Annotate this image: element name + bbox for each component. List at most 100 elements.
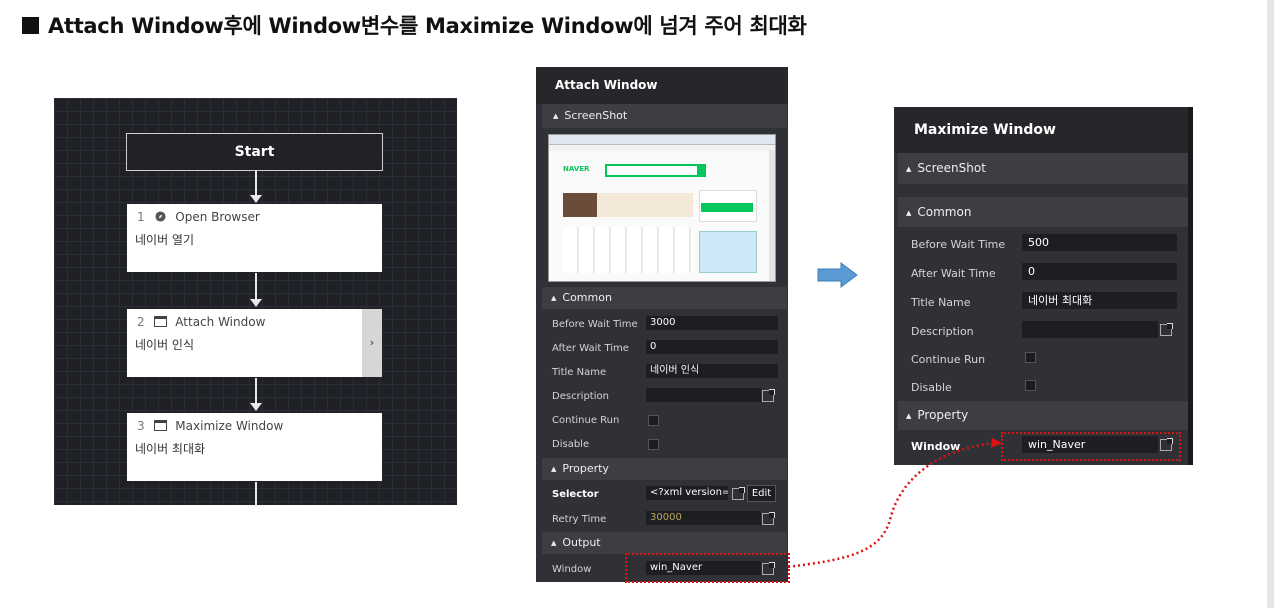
after-wait-input[interactable]: 0 [646, 340, 778, 354]
collapse-icon: ▲ [553, 112, 559, 120]
node-title-text: Attach Window [175, 315, 266, 329]
field-label: After Wait Time [552, 343, 629, 354]
selector-row: Selector <?xml version='1 Edit [536, 482, 788, 506]
section-label: Common [562, 291, 612, 304]
title-name-input[interactable]: 네이버 인식 [646, 364, 778, 378]
before-wait-input[interactable]: 500 [1022, 234, 1177, 251]
section-screenshot[interactable]: ▲ ScreenShot [542, 104, 787, 128]
start-node[interactable]: Start [126, 133, 383, 171]
edit-button[interactable]: Edit [747, 485, 776, 502]
dotted-connector-arrow [787, 438, 1002, 569]
browser-toolbar [549, 145, 775, 151]
panel-title: Attach Window [536, 67, 788, 104]
highlight-box-output [625, 553, 790, 583]
scrollbar[interactable] [1267, 0, 1274, 608]
panel-title: Maximize Window [894, 107, 1193, 153]
naver-logo: NAVER [563, 165, 590, 173]
node-description: 네이버 인식 [135, 338, 195, 352]
collapse-icon: ▲ [551, 465, 557, 473]
disable-row: Disable [894, 373, 1188, 402]
disable-row: Disable [536, 432, 788, 456]
field-label: Description [552, 391, 609, 402]
expand-node-button[interactable]: › [362, 309, 382, 377]
section-common[interactable]: ▲ Common [542, 287, 787, 309]
collapse-icon: ▲ [906, 165, 912, 173]
search-box [605, 164, 699, 177]
disable-checkbox[interactable] [1025, 380, 1036, 391]
screenshot-preview: NAVER [548, 134, 776, 282]
node-description: 네이버 열기 [135, 233, 195, 247]
flow-node-open-browser[interactable]: 1 Open Browser 네이버 열기 [127, 204, 382, 272]
node-number: 3 [137, 419, 145, 433]
collapse-icon: ▲ [906, 209, 912, 217]
field-label: Before Wait Time [911, 238, 1006, 251]
open-external-icon[interactable] [762, 389, 775, 402]
before-wait-row: Before Wait Time 3000 [536, 312, 788, 336]
section-property[interactable]: ▲ Property [898, 401, 1188, 430]
field-label: Title Name [911, 296, 971, 309]
node-title-text: Maximize Window [175, 419, 284, 433]
section-label: Property [917, 408, 969, 422]
section-common[interactable]: ▲ Common [898, 197, 1188, 227]
node-title: 3 Maximize Window [137, 419, 283, 433]
section-label: Common [917, 205, 972, 219]
window-icon [154, 420, 168, 431]
after-wait-row: After Wait Time 0 [894, 258, 1188, 287]
disable-checkbox[interactable] [648, 439, 659, 450]
node-description: 네이버 최대화 [135, 442, 206, 456]
heading-text: Attach Window후에 Window변수를 Maximize Windo… [48, 14, 807, 38]
collapse-icon: ▲ [551, 294, 557, 302]
field-label: Selector [552, 489, 599, 500]
login-button [701, 203, 753, 212]
title-name-input[interactable]: 네이버 최대화 [1022, 292, 1177, 309]
section-screenshot[interactable]: ▲ ScreenShot [898, 153, 1188, 184]
field-label: Continue Run [552, 415, 620, 426]
connector-line [255, 378, 257, 404]
field-label: Window [552, 564, 592, 575]
shopping-grid [563, 227, 693, 273]
collapse-icon: ▲ [551, 539, 557, 547]
retry-time-input[interactable]: 30000 [646, 511, 761, 525]
description-input[interactable] [646, 388, 761, 402]
continue-run-checkbox[interactable] [1025, 352, 1036, 363]
collapse-icon: ▲ [906, 412, 912, 420]
connector-arrow [250, 195, 262, 203]
banner-photo [563, 193, 597, 217]
before-wait-row: Before Wait Time 500 [894, 229, 1188, 258]
after-wait-input[interactable]: 0 [1022, 263, 1177, 280]
section-output[interactable]: ▲ Output [542, 532, 787, 554]
section-label: ScreenShot [564, 109, 628, 122]
selector-input[interactable]: <?xml version='1 [646, 486, 728, 500]
section-label: ScreenShot [917, 161, 986, 175]
before-wait-input[interactable]: 3000 [646, 316, 778, 330]
field-label: Title Name [552, 367, 607, 378]
ad-banner [699, 231, 757, 273]
browser-tabbar [549, 135, 775, 145]
flow-canvas[interactable]: Start 1 Open Browser 네이버 열기 2 Attach Win… [54, 98, 457, 505]
flow-node-attach-window[interactable]: 2 Attach Window 네이버 인식 › [127, 309, 382, 377]
continue-run-row: Continue Run [536, 408, 788, 432]
continue-run-row: Continue Run [894, 345, 1188, 374]
connector-line [255, 273, 257, 300]
open-external-icon[interactable] [1160, 323, 1173, 336]
section-property[interactable]: ▲ Property [542, 458, 787, 480]
flow-node-maximize-window[interactable]: 3 Maximize Window 네이버 최대화 [127, 413, 382, 481]
highlight-box-window [1001, 432, 1181, 461]
field-label: Before Wait Time [552, 319, 638, 330]
open-external-icon[interactable] [762, 512, 775, 525]
field-label: Retry Time [552, 514, 607, 525]
continue-run-checkbox[interactable] [648, 415, 659, 426]
node-number: 1 [137, 210, 145, 224]
compass-icon [155, 211, 167, 222]
connector-line [255, 170, 257, 196]
node-title: 2 Attach Window [137, 315, 265, 329]
open-external-icon[interactable] [732, 487, 745, 500]
description-input[interactable] [1022, 321, 1158, 338]
description-row: Description [894, 316, 1188, 345]
connector-line [255, 482, 257, 505]
connector-arrow [250, 403, 262, 411]
field-label: Description [911, 325, 974, 338]
field-label: Continue Run [911, 353, 986, 366]
panel-scrollbar[interactable] [1188, 107, 1193, 465]
node-title: 1 Open Browser [137, 210, 260, 224]
